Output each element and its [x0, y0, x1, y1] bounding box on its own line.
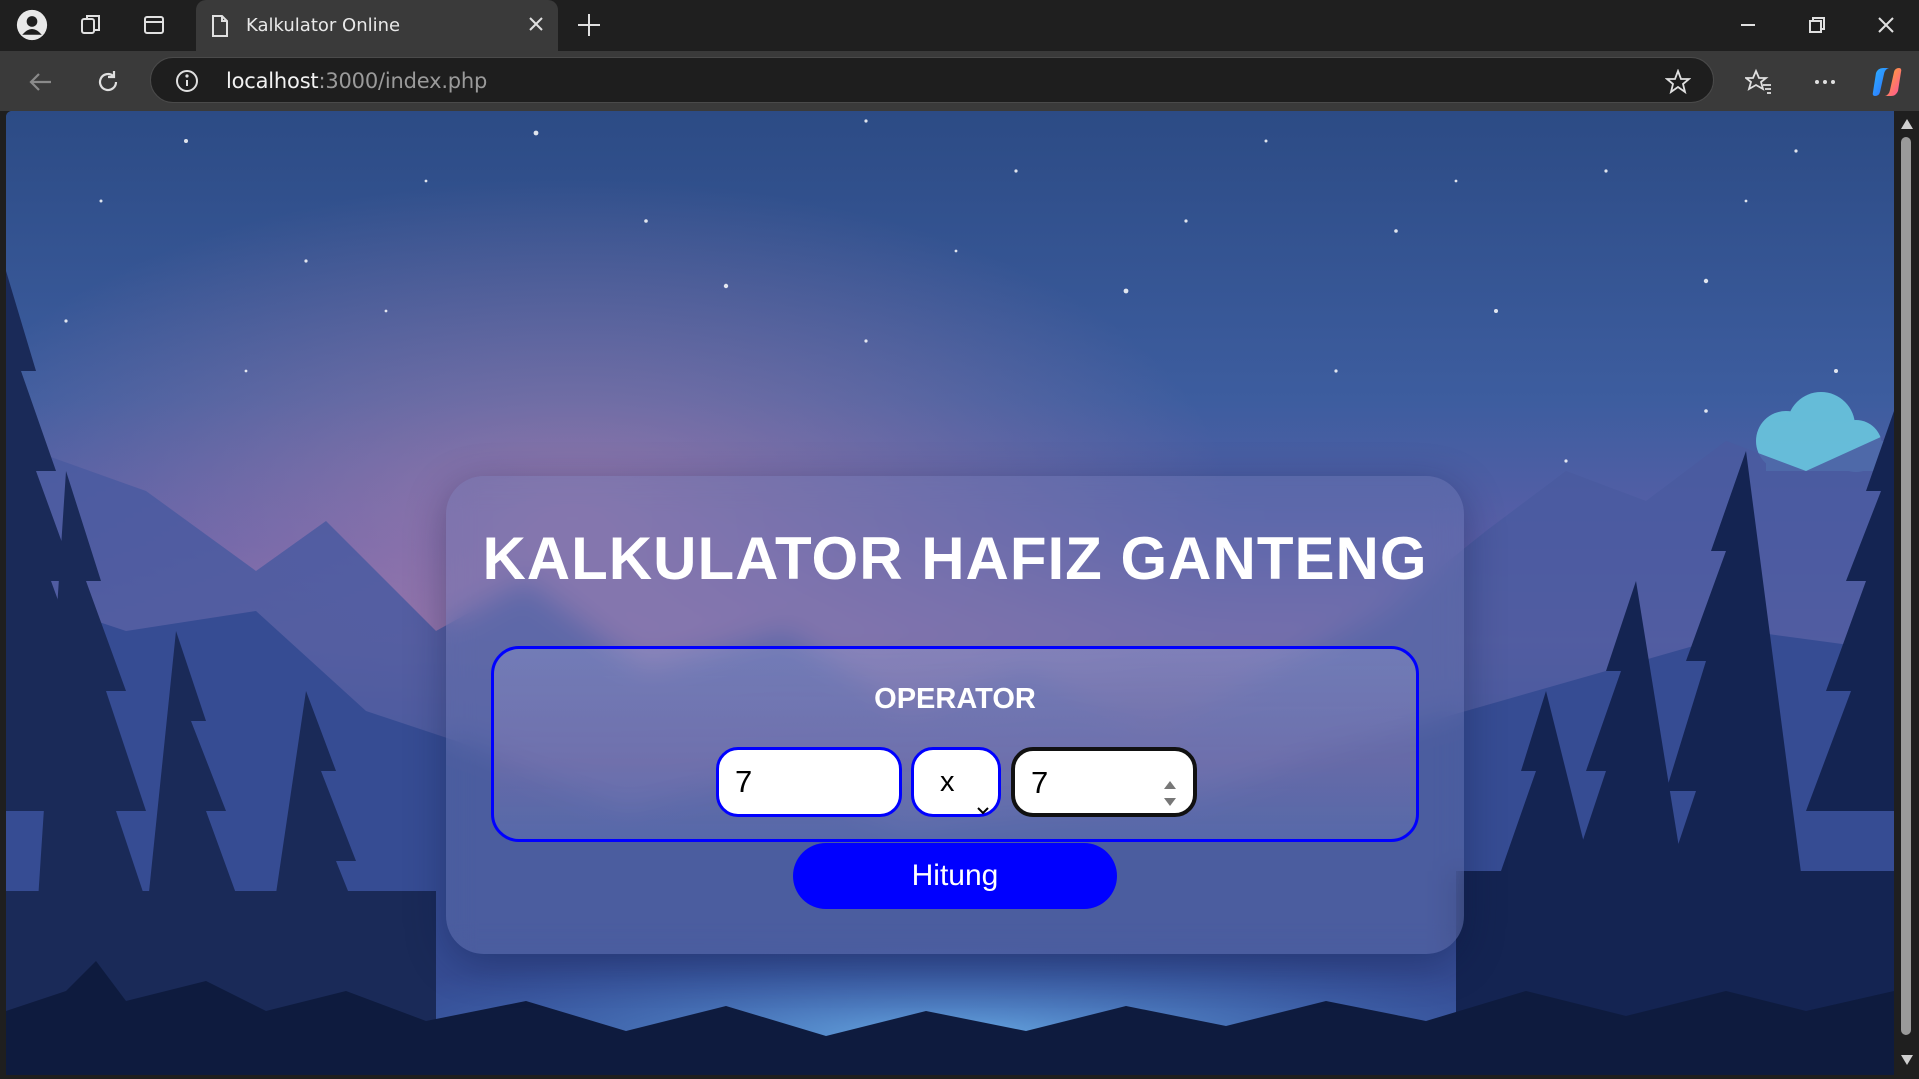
- page-document-icon: [210, 14, 230, 43]
- url-path: :3000/index.php: [318, 69, 488, 93]
- page-title: KALKULATOR HAFIZ GANTENG: [482, 525, 1428, 592]
- restore-icon[interactable]: [1797, 8, 1837, 42]
- calculator-card: KALKULATOR HAFIZ GANTENG OPERATOR 7 x 7 …: [446, 476, 1464, 954]
- tab-kalkulator[interactable]: Kalkulator Online: [196, 0, 558, 51]
- close-tab-icon[interactable]: [526, 14, 546, 39]
- browser-tab-strip: Kalkulator Online: [0, 0, 1919, 51]
- copilot-icon[interactable]: [1869, 64, 1905, 100]
- close-window-icon[interactable]: [1866, 8, 1906, 42]
- second-number-value: 7: [1031, 765, 1049, 800]
- more-options-icon[interactable]: [1807, 64, 1843, 100]
- page-viewport: KALKULATOR HAFIZ GANTENG OPERATOR 7 x 7 …: [6, 111, 1894, 1075]
- url-host: localhost: [226, 69, 319, 93]
- browser-toolbar: localhost:3000/index.php: [0, 51, 1919, 111]
- operator-label: OPERATOR: [874, 683, 1036, 715]
- favorite-star-icon[interactable]: [1664, 68, 1692, 100]
- favorites-icon[interactable]: [1741, 64, 1777, 100]
- new-tab-icon[interactable]: [574, 10, 604, 45]
- number-spinner-icon[interactable]: [1163, 767, 1177, 831]
- scroll-down-arrow-icon[interactable]: [1900, 1053, 1914, 1071]
- address-bar[interactable]: localhost:3000/index.php: [150, 57, 1714, 103]
- page-scrollbar[interactable]: [1894, 111, 1919, 1075]
- back-arrow-icon[interactable]: [22, 63, 60, 101]
- operator-panel: OPERATOR 7 x 7: [491, 646, 1419, 842]
- scroll-up-arrow-icon[interactable]: [1900, 117, 1914, 135]
- tab-actions-icon[interactable]: [138, 9, 170, 41]
- site-info-icon[interactable]: [175, 69, 199, 98]
- workspaces-icon[interactable]: [76, 9, 108, 41]
- tab-title: Kalkulator Online: [246, 15, 401, 36]
- operator-select[interactable]: x: [911, 747, 1001, 817]
- hitung-button[interactable]: Hitung: [793, 843, 1117, 909]
- chevron-down-icon: [976, 776, 990, 840]
- address-url: localhost:3000/index.php: [226, 69, 487, 93]
- reload-icon[interactable]: [89, 63, 127, 101]
- scrollbar-thumb[interactable]: [1901, 137, 1911, 1035]
- second-number-input[interactable]: 7: [1011, 747, 1197, 817]
- minimize-icon[interactable]: [1728, 8, 1768, 42]
- profile-avatar-icon[interactable]: [16, 9, 48, 41]
- operator-select-value: x: [940, 766, 955, 798]
- first-number-input[interactable]: 7: [716, 747, 902, 817]
